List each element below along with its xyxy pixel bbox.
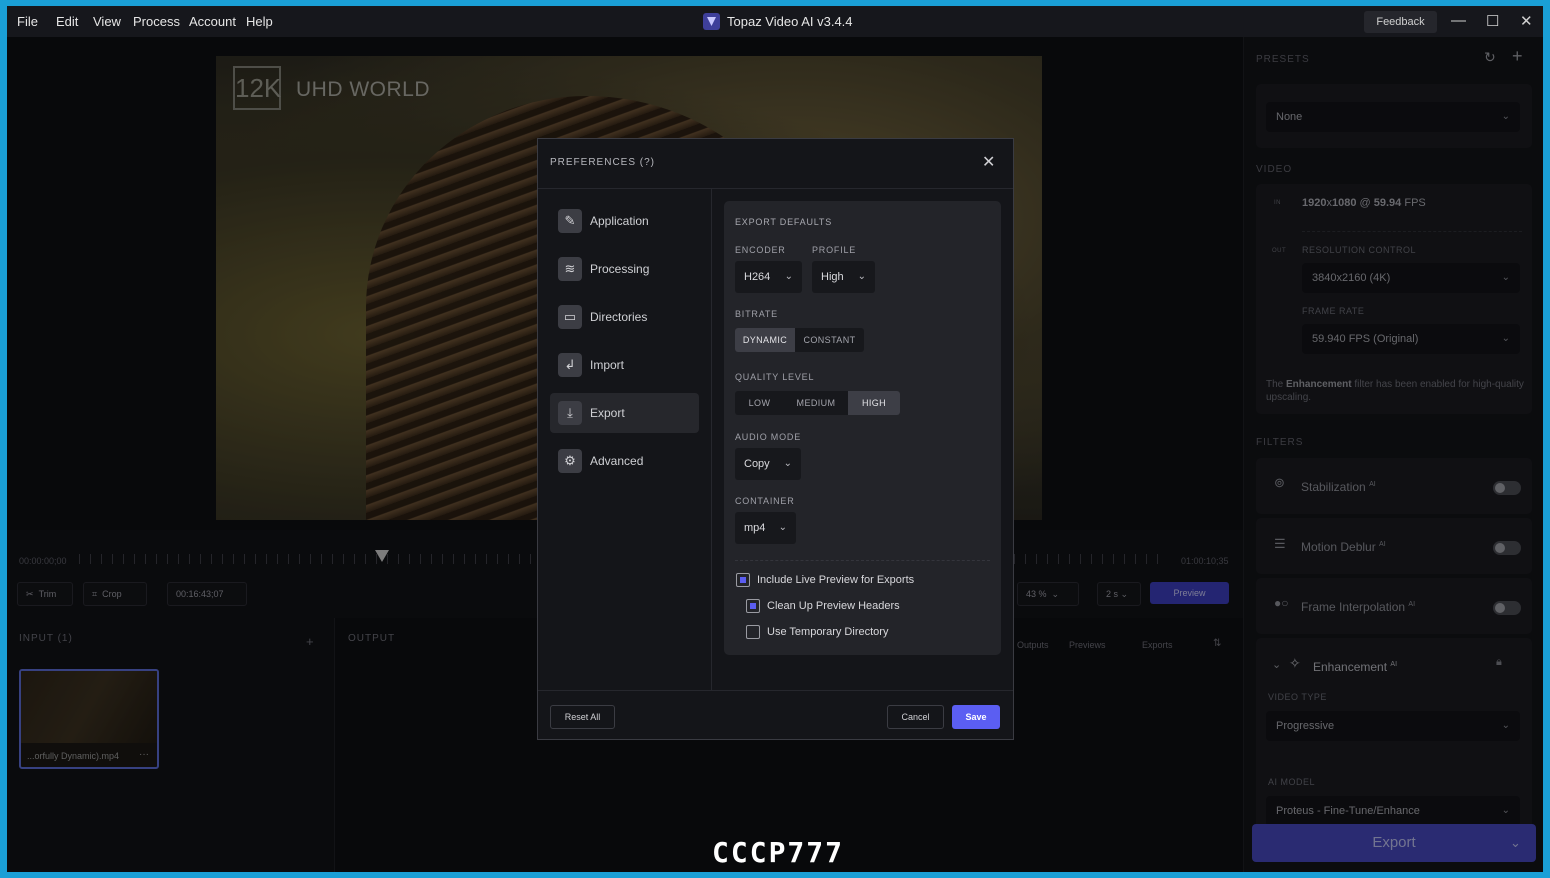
divider: [538, 690, 1013, 691]
preferences-dialog: PREFERENCES (?) ✕ ✎ Application ≋ Proces…: [537, 138, 1014, 740]
dialog-title: PREFERENCES (?): [550, 157, 656, 168]
bitrate-constant[interactable]: CONSTANT: [795, 328, 864, 352]
bitrate-dynamic[interactable]: DYNAMIC: [735, 328, 795, 352]
profile-select[interactable]: High ⌄: [812, 261, 875, 293]
quality-segmented: LOW MEDIUM HIGH: [735, 391, 900, 415]
menu-view[interactable]: View: [93, 14, 121, 29]
app-title: Topaz Video AI v3.4.4: [727, 14, 853, 29]
profile-value: High: [821, 271, 844, 283]
container-label: CONTAINER: [735, 496, 795, 506]
folder-icon: ▭: [558, 305, 582, 329]
chevron-down-icon: ⌄: [784, 271, 793, 282]
menu-file[interactable]: File: [17, 14, 38, 29]
use-temporary-directory-label: Use Temporary Directory: [767, 626, 889, 638]
menu-process[interactable]: Process: [133, 14, 180, 29]
nav-label: Processing: [590, 262, 650, 276]
export-defaults-label: EXPORT DEFAULTS: [735, 217, 833, 227]
nav-application[interactable]: ✎ Application: [550, 201, 699, 241]
import-icon: ↲: [558, 353, 582, 377]
include-live-preview-checkbox[interactable]: [736, 573, 750, 587]
nav-advanced[interactable]: ⚙ Advanced: [550, 441, 699, 481]
export-defaults-panel: EXPORT DEFAULTS ENCODER PROFILE H264 ⌄ H…: [724, 201, 1001, 655]
quality-medium[interactable]: MEDIUM: [784, 391, 848, 415]
processing-icon: ≋: [558, 257, 582, 281]
divider: [538, 188, 1013, 189]
nav-label: Application: [590, 214, 649, 228]
nav-export[interactable]: ⤓ Export: [550, 393, 699, 433]
clean-up-preview-headers-label: Clean Up Preview Headers: [767, 600, 900, 612]
nav-import[interactable]: ↲ Import: [550, 345, 699, 385]
audio-mode-label: AUDIO MODE: [735, 432, 802, 442]
save-button[interactable]: Save: [952, 705, 1000, 729]
close-window-icon[interactable]: ✕: [1520, 12, 1533, 30]
close-icon[interactable]: ✕: [982, 152, 995, 172]
nav-processing[interactable]: ≋ Processing: [550, 249, 699, 289]
container-value: mp4: [744, 522, 766, 534]
use-temporary-directory-checkbox[interactable]: [746, 625, 760, 639]
bitrate-label: BITRATE: [735, 309, 778, 319]
chevron-down-icon: ⌄: [778, 522, 787, 533]
nav-directories[interactable]: ▭ Directories: [550, 297, 699, 337]
bitrate-segmented: DYNAMIC CONSTANT: [735, 328, 864, 352]
divider: [711, 189, 712, 691]
container-select[interactable]: mp4 ⌄: [735, 512, 796, 544]
audio-mode-value: Copy: [744, 458, 770, 470]
download-icon: ⤓: [558, 401, 582, 425]
encoder-label: ENCODER: [735, 245, 786, 255]
topaz-logo-icon: [703, 13, 720, 30]
include-live-preview-label: Include Live Preview for Exports: [757, 574, 915, 586]
clean-up-preview-headers-checkbox[interactable]: [746, 599, 760, 613]
nav-label: Import: [590, 358, 625, 372]
cancel-button[interactable]: Cancel: [887, 705, 944, 729]
feedback-button[interactable]: Feedback: [1364, 11, 1437, 33]
title-bar: File Edit View Process Account Help Topa…: [7, 6, 1543, 37]
application-icon: ✎: [558, 209, 582, 233]
quality-high[interactable]: HIGH: [848, 391, 900, 415]
audio-mode-select[interactable]: Copy ⌄: [735, 448, 801, 480]
bottom-logo-text: CCCP777: [712, 836, 845, 869]
advanced-icon: ⚙: [558, 449, 582, 473]
reset-all-button[interactable]: Reset All: [550, 705, 615, 729]
maximize-icon[interactable]: ☐: [1486, 12, 1499, 30]
nav-label: Advanced: [590, 454, 644, 468]
profile-label: PROFILE: [812, 245, 857, 255]
menu-edit[interactable]: Edit: [56, 14, 78, 29]
nav-label: Export: [590, 406, 625, 420]
quality-level-label: QUALITY LEVEL: [735, 372, 815, 382]
nav-label: Directories: [590, 310, 648, 324]
quality-low[interactable]: LOW: [735, 391, 784, 415]
divider: [735, 560, 990, 561]
chevron-down-icon: ⌄: [857, 271, 866, 282]
app-window: File Edit View Process Account Help Topa…: [7, 6, 1543, 872]
menu-account[interactable]: Account: [189, 14, 236, 29]
menu-help[interactable]: Help: [246, 14, 273, 29]
minimize-icon[interactable]: —: [1451, 12, 1466, 29]
chevron-down-icon: ⌄: [783, 458, 792, 469]
encoder-value: H264: [744, 271, 771, 283]
encoder-select[interactable]: H264 ⌄: [735, 261, 802, 293]
